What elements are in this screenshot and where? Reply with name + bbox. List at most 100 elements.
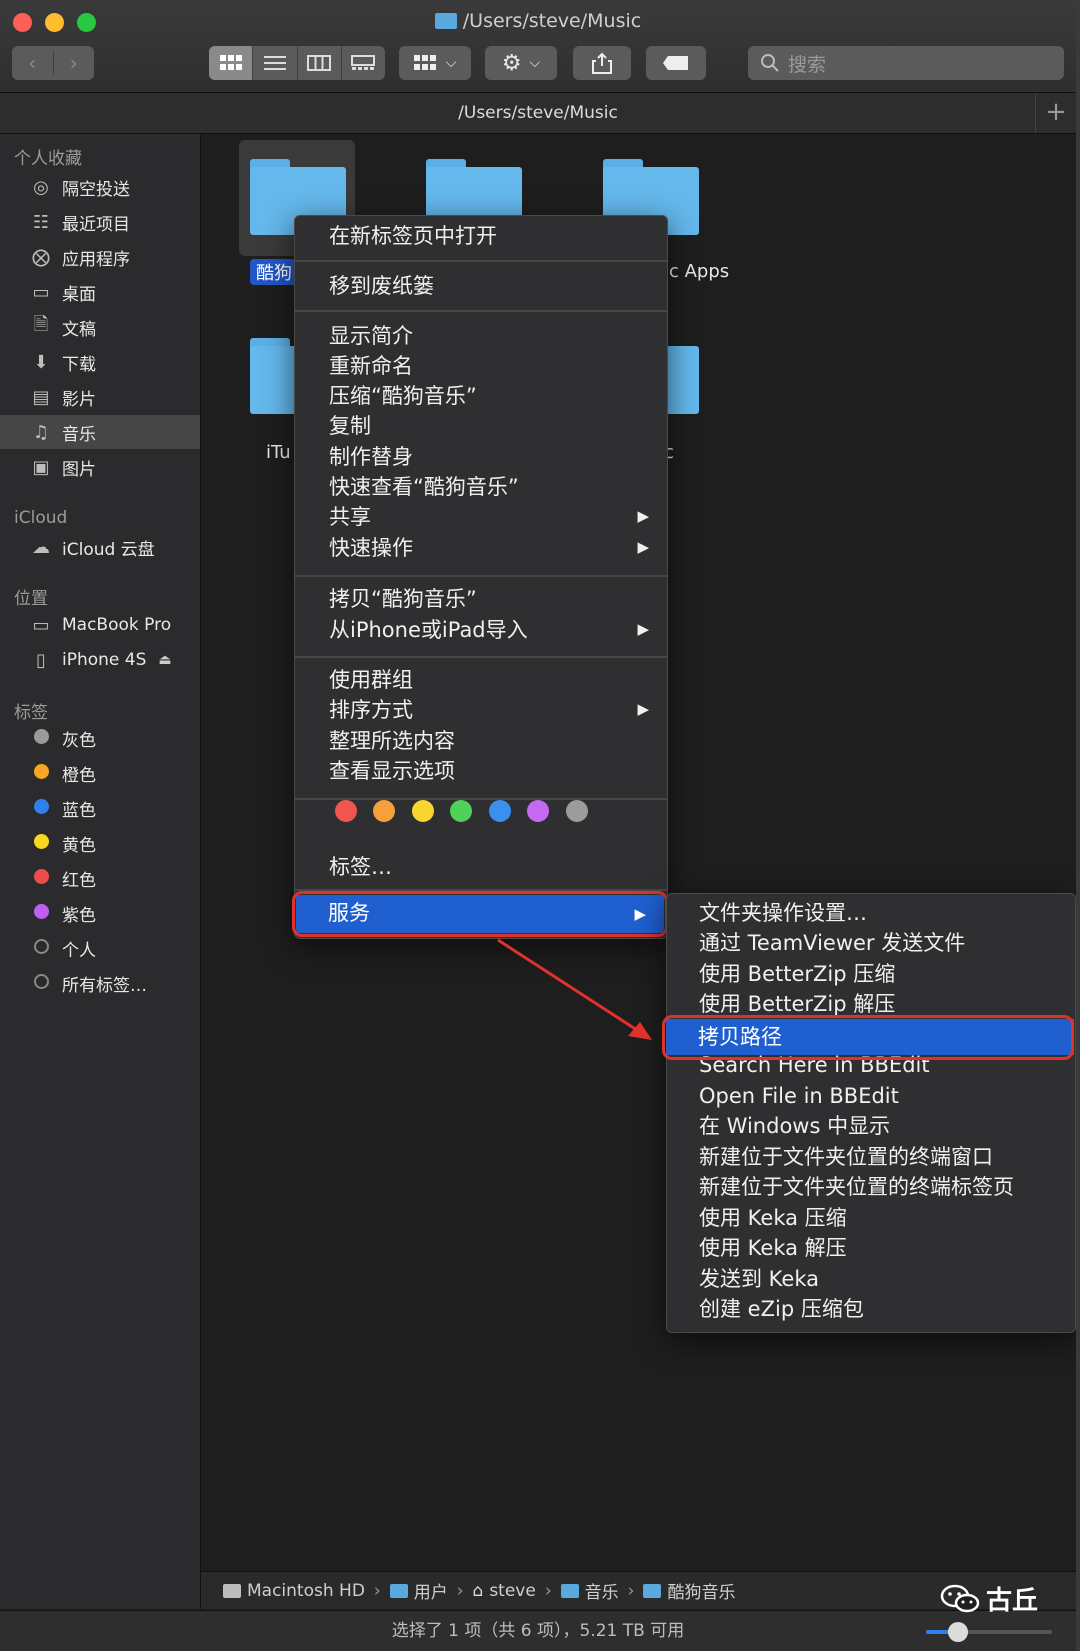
service-keka-extract[interactable]: 使用 Keka 解压 — [699, 1233, 847, 1263]
breadcrumb-kugou-music[interactable]: 酷狗音乐 — [643, 1578, 735, 1603]
cloud-icon: ☁ — [32, 536, 50, 558]
forward-button[interactable]: › — [54, 51, 95, 75]
sidebar-tag-gray[interactable]: 灰色 — [0, 721, 200, 755]
folder-label[interactable]: iTu — [266, 442, 291, 463]
action-menu-button[interactable]: ⚙ ⌵ — [485, 46, 557, 80]
menu-separator — [295, 310, 667, 312]
menu-item-sort-by[interactable]: 排序方式 — [329, 695, 413, 725]
search-icon — [761, 54, 779, 72]
sidebar-item-airdrop[interactable]: ◎ 隔空投送 — [0, 170, 200, 204]
sidebar-item-downloads[interactable]: ⬇ 下载 — [0, 345, 200, 379]
breadcrumb-users[interactable]: 用户 — [389, 1578, 448, 1603]
menu-item-duplicate[interactable]: 复制 — [329, 411, 371, 441]
menu-item-get-info[interactable]: 显示简介 — [329, 321, 413, 351]
menu-item-import-from-iphone[interactable]: 从iPhone或iPad导入 — [329, 615, 528, 645]
sidebar-item-pictures[interactable]: ▣ 图片 — [0, 450, 200, 484]
service-teamviewer-send[interactable]: 通过 TeamViewer 发送文件 — [699, 928, 965, 958]
sidebar-item-applications[interactable]: ⨂ 应用程序 — [0, 240, 200, 274]
tag-green-swatch[interactable] — [450, 800, 472, 822]
menu-item-show-view-options[interactable]: 查看显示选项 — [329, 756, 455, 786]
menu-item-move-to-trash[interactable]: 移到废纸篓 — [329, 271, 434, 301]
service-betterzip-compress[interactable]: 使用 BetterZip 压缩 — [699, 959, 895, 989]
list-view-button[interactable] — [253, 46, 298, 80]
menu-item-tags[interactable]: 标签… — [329, 852, 392, 882]
tag-dot-icon — [33, 763, 49, 779]
menu-item-open-new-tab[interactable]: 在新标签页中打开 — [329, 221, 497, 251]
tag-blue-swatch[interactable] — [489, 800, 511, 822]
search-field[interactable]: 搜索 — [748, 46, 1064, 80]
watermark-text: 古丘 — [986, 1586, 1039, 1616]
breadcrumb-steve[interactable]: ⌂ steve — [473, 1581, 536, 1601]
sidebar-tag-red[interactable]: 红色 — [0, 861, 200, 895]
sidebar-tag-yellow[interactable]: 黄色 — [0, 826, 200, 860]
sidebar-tag-purple[interactable]: 紫色 — [0, 896, 200, 930]
sidebar: 个人收藏 ◎ 隔空投送 ☷ 最近项目 ⨂ 应用程序 ▭ 桌面 🗎 文稿 ⬇ 下载 ▤ 影片 ♫… — [0, 134, 201, 1609]
service-new-terminal-tab[interactable]: 新建位于文件夹位置的终端标签页 — [699, 1172, 1014, 1202]
sidebar-item-documents[interactable]: 🗎 文稿 — [0, 310, 200, 344]
edit-tags-button[interactable] — [646, 46, 706, 80]
annotation-arrow-icon — [497, 938, 652, 1040]
service-create-ezip[interactable]: 创建 eZip 压缩包 — [699, 1294, 864, 1324]
recents-icon: ☷ — [32, 211, 50, 233]
menu-item-clean-up-selection[interactable]: 整理所选内容 — [329, 726, 455, 756]
menu-item-make-alias[interactable]: 制作替身 — [329, 442, 413, 472]
tag-purple-swatch[interactable] — [527, 800, 549, 822]
folder-label[interactable]: ic Apps — [664, 261, 729, 282]
tag-yellow-swatch[interactable] — [412, 800, 434, 822]
chevron-down-icon: ⌵ — [529, 55, 541, 71]
sidebar-item-macbook-pro[interactable]: ▭ MacBook Pro — [0, 608, 200, 642]
sidebar-tag-all[interactable]: 所有标签… — [0, 966, 200, 1000]
back-button[interactable]: ‹ — [12, 51, 54, 75]
submenu-arrow-icon: ▶ — [637, 507, 649, 525]
folder-icon — [643, 1583, 662, 1598]
sidebar-item-movies[interactable]: ▤ 影片 — [0, 380, 200, 414]
tab-current-path[interactable]: /Users/steve/Music — [458, 103, 618, 123]
breadcrumb-macintosh-hd[interactable]: Macintosh HD — [223, 1581, 365, 1601]
eject-icon[interactable]: ⏏ — [158, 652, 171, 668]
share-icon — [592, 52, 612, 74]
service-show-in-windows[interactable]: 在 Windows 中显示 — [699, 1111, 890, 1141]
icon-size-slider[interactable] — [926, 1622, 1052, 1642]
sidebar-section-icloud: iCloud — [14, 508, 68, 528]
services-submenu: 文件夹操作设置… 通过 TeamViewer 发送文件 使用 BetterZip… — [666, 893, 1076, 1333]
service-new-terminal-window[interactable]: 新建位于文件夹位置的终端窗口 — [699, 1142, 993, 1172]
tag-gray-swatch[interactable] — [566, 800, 588, 822]
watermark: 古丘 — [940, 1580, 1038, 1617]
new-tab-button[interactable]: + — [1035, 93, 1076, 133]
sidebar-item-iphone-4s[interactable]: ▯ iPhone 4S ⏏ — [0, 643, 200, 677]
sidebar-item-desktop[interactable]: ▭ 桌面 — [0, 275, 200, 309]
share-button[interactable] — [573, 46, 631, 80]
search-placeholder: 搜索 — [788, 53, 827, 76]
tag-orange-swatch[interactable] — [373, 800, 395, 822]
menu-item-quick-look[interactable]: 快速查看“酷狗音乐” — [329, 472, 519, 502]
menu-item-share[interactable]: 共享 — [329, 502, 371, 532]
menu-item-compress[interactable]: 压缩“酷狗音乐” — [329, 381, 477, 411]
tag-red-swatch[interactable] — [335, 800, 357, 822]
sidebar-tag-blue[interactable]: 蓝色 — [0, 791, 200, 825]
menu-item-rename[interactable]: 重新命名 — [329, 351, 413, 381]
service-send-to-keka[interactable]: 发送到 Keka — [699, 1264, 819, 1294]
menu-item-quick-actions[interactable]: 快速操作 — [329, 533, 413, 563]
folder-label[interactable]: 酷狗 — [250, 259, 298, 285]
service-folder-actions-setup[interactable]: 文件夹操作设置… — [699, 898, 867, 928]
annotation-highlight — [662, 1015, 1074, 1060]
column-view-button[interactable] — [298, 46, 342, 80]
chevron-down-icon: ⌵ — [445, 55, 457, 71]
sidebar-item-icloud-drive[interactable]: ☁ iCloud 云盘 — [0, 530, 200, 564]
breadcrumb-music[interactable]: 音乐 — [560, 1578, 619, 1603]
icon-view-button[interactable] — [209, 46, 254, 80]
sidebar-tag-orange[interactable]: 橙色 — [0, 756, 200, 790]
sidebar-item-recents[interactable]: ☷ 最近项目 — [0, 205, 200, 239]
group-by-button[interactable]: ⌵ — [399, 46, 471, 80]
sidebar-tag-personal[interactable]: 个人 — [0, 931, 200, 965]
menu-item-copy[interactable]: 拷贝“酷狗音乐” — [329, 584, 477, 614]
tag-dot-icon — [33, 833, 49, 849]
submenu-arrow-icon: ▶ — [637, 700, 649, 718]
menu-item-use-groups[interactable]: 使用群组 — [329, 665, 413, 695]
gallery-view-button[interactable] — [342, 46, 385, 80]
service-open-bbedit[interactable]: Open File in BBEdit — [699, 1081, 899, 1111]
sidebar-item-music[interactable]: ♫ 音乐 — [0, 415, 200, 449]
service-keka-compress[interactable]: 使用 Keka 压缩 — [699, 1203, 847, 1233]
applications-icon: ⨂ — [32, 246, 50, 268]
slider-knob[interactable] — [947, 1622, 968, 1642]
